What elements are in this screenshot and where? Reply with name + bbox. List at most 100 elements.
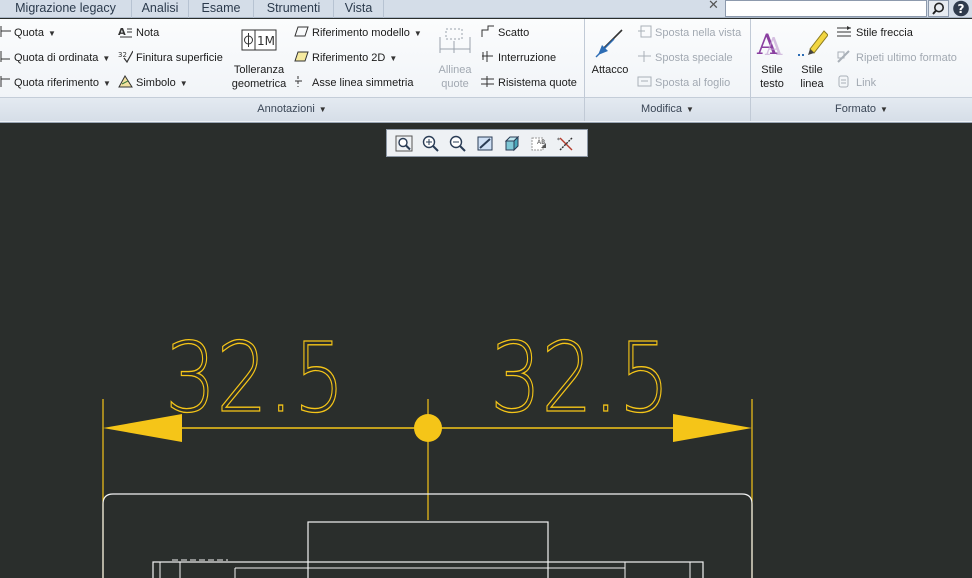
finitura-label: Finitura superficie (136, 52, 223, 64)
quota-label: Quota (14, 27, 44, 39)
riferimento-modello-button[interactable]: Riferimento modello ▼ (294, 25, 422, 41)
stile-linea-label-line1: Stile (801, 64, 823, 76)
dropdown-arrow-icon[interactable]: ▼ (180, 79, 188, 88)
zoom-fit-icon[interactable] (394, 134, 414, 153)
svg-text:*: * (557, 137, 560, 144)
sposta-vista-label: Sposta nella vista (655, 27, 742, 39)
risistema-quote-button[interactable]: Risistema quote (480, 75, 577, 91)
stile-linea-button[interactable]: Stile linea (794, 27, 830, 91)
dropdown-arrow-icon[interactable]: ▼ (414, 29, 422, 38)
dropdown-arrow-icon[interactable]: ▼ (319, 105, 327, 114)
search-button[interactable] (928, 0, 949, 17)
modifica-footer-label: Modifica (641, 103, 683, 115)
quota-riferimento-label: Quota riferimento (14, 77, 99, 89)
dimension-origin-dot[interactable] (414, 414, 442, 442)
allinea-label-line1: Allinea (438, 64, 472, 76)
sposta-foglio-label: Sposta al foglio (655, 77, 731, 89)
ribbon-tab-bar: Migrazione legacy Analisi Esame Strument… (0, 0, 972, 18)
symbol-icon (118, 75, 133, 88)
link-label: Link (856, 77, 877, 89)
surface-finish-icon: 32 (118, 50, 133, 63)
stile-linea-label-line2: linea (800, 78, 824, 90)
sposta-speciale-button[interactable]: Sposta speciale (637, 50, 733, 66)
tolleranza-geometrica-button[interactable]: 1M Tolleranza geometrica (228, 27, 290, 91)
group-footer-annotazioni[interactable]: Annotazioni ▼ (0, 97, 584, 121)
tab-migrazione-legacy[interactable]: Migrazione legacy (0, 0, 132, 18)
interruzione-label: Interruzione (498, 52, 557, 64)
allinea-quote-button[interactable]: Allinea quote (434, 27, 476, 91)
zoom-in-icon[interactable] (421, 134, 441, 153)
stile-freccia-button[interactable]: Stile freccia (836, 25, 913, 41)
quota-ordinata-button[interactable]: Quota di ordinata ▼ (0, 50, 110, 66)
display-style-icon[interactable] (502, 134, 522, 153)
stile-testo-label-line2: testo (760, 78, 784, 90)
move-special-icon (638, 51, 651, 62)
scatto-label: Scatto (498, 27, 530, 39)
stile-testo-label-line1: Stile (761, 64, 783, 76)
group-footer-formato[interactable]: Formato ▼ (751, 97, 972, 121)
datum-display-icon[interactable]: * (556, 134, 576, 153)
part-boss[interactable] (307, 521, 549, 578)
finitura-superficie-button[interactable]: 32 Finitura superficie (118, 50, 223, 66)
close-icon[interactable]: ✕ (708, 0, 719, 13)
attach-icon (595, 29, 623, 58)
rif-2d-label: Riferimento 2D (312, 52, 386, 64)
move-to-sheet-icon (637, 76, 652, 87)
attacco-label: Attacco (591, 64, 629, 76)
view-toolbar: AB * (386, 129, 588, 157)
repaint-icon[interactable] (475, 134, 495, 153)
dimension-arrow-right (673, 414, 752, 442)
ribbon-panel: Quota ▼ Quota di ordinata ▼ Quota riferime… (0, 19, 972, 123)
ordinate-dimension-icon (0, 51, 10, 62)
riferimento-2d-button[interactable]: Riferimento 2D ▼ (294, 50, 397, 66)
quota-button[interactable]: Quota ▼ (0, 25, 56, 41)
svg-text:32: 32 (118, 51, 127, 59)
line-style-icon (798, 30, 828, 56)
zoom-out-icon[interactable] (448, 134, 468, 153)
repeat-format-icon (837, 50, 850, 63)
simbolo-button[interactable]: Simbolo ▼ (118, 75, 188, 91)
help-button[interactable]: ? (952, 0, 971, 17)
link-icon (838, 75, 849, 88)
search-input[interactable] (725, 0, 927, 17)
interruzione-button[interactable]: Interruzione (480, 50, 556, 66)
nota-button[interactable]: A Nota (118, 25, 159, 41)
arrow-style-icon (837, 26, 851, 37)
link-button[interactable]: Link (836, 75, 876, 91)
cleanup-dimensions-icon (481, 76, 494, 87)
dropdown-arrow-icon[interactable]: ▼ (880, 105, 888, 114)
tab-strumenti[interactable]: Strumenti (254, 0, 334, 18)
attacco-button[interactable]: Attacco (588, 27, 632, 77)
group-footer-modifica[interactable]: Modifica ▼ (585, 97, 750, 121)
quota-riferimento-button[interactable]: Quota riferimento ▼ (0, 75, 111, 91)
ripeti-ultimo-formato-button[interactable]: Ripeti ultimo formato (836, 50, 957, 66)
tab-vista[interactable]: Vista (334, 0, 384, 18)
move-to-view-icon (638, 25, 652, 38)
jog-icon (481, 25, 494, 37)
dropdown-arrow-icon[interactable]: ▼ (389, 54, 397, 63)
datum-2d-icon (294, 51, 309, 62)
dimension-value-right[interactable]: 32.5 (489, 321, 670, 434)
sposta-al-foglio-button[interactable]: Sposta al foglio (637, 75, 730, 91)
asse-linea-simmetria-button[interactable]: Asse linea simmetria (294, 75, 413, 91)
annotation-display-icon[interactable]: AB (529, 134, 549, 153)
tab-analisi[interactable]: Analisi (132, 0, 189, 18)
scatto-button[interactable]: Scatto (480, 25, 529, 41)
tolleranza-label-line2: geometrica (231, 78, 287, 90)
drawing-area[interactable]: 32.5 32.5 (0, 124, 972, 578)
dropdown-arrow-icon[interactable]: ▼ (48, 29, 56, 38)
sposta-nella-vista-button[interactable]: Sposta nella vista (637, 25, 741, 41)
stile-testo-button[interactable]: A A Stile testo (754, 27, 790, 91)
ripeti-label: Ripeti ultimo formato (856, 52, 957, 64)
dropdown-arrow-icon[interactable]: ▼ (103, 79, 111, 88)
dimension-value-left[interactable]: 32.5 (164, 321, 345, 434)
dropdown-arrow-icon[interactable]: ▼ (102, 54, 110, 63)
model-datum-icon (294, 26, 309, 37)
tab-esame[interactable]: Esame (189, 0, 254, 18)
annotazioni-footer-label: Annotazioni (257, 103, 315, 115)
dimension-icon (0, 26, 11, 37)
dropdown-arrow-icon[interactable]: ▼ (686, 105, 694, 114)
nota-label: Nota (136, 27, 160, 39)
drawing-canvas[interactable]: 32.5 32.5 AB * (0, 124, 972, 578)
formato-footer-label: Formato (835, 103, 877, 115)
